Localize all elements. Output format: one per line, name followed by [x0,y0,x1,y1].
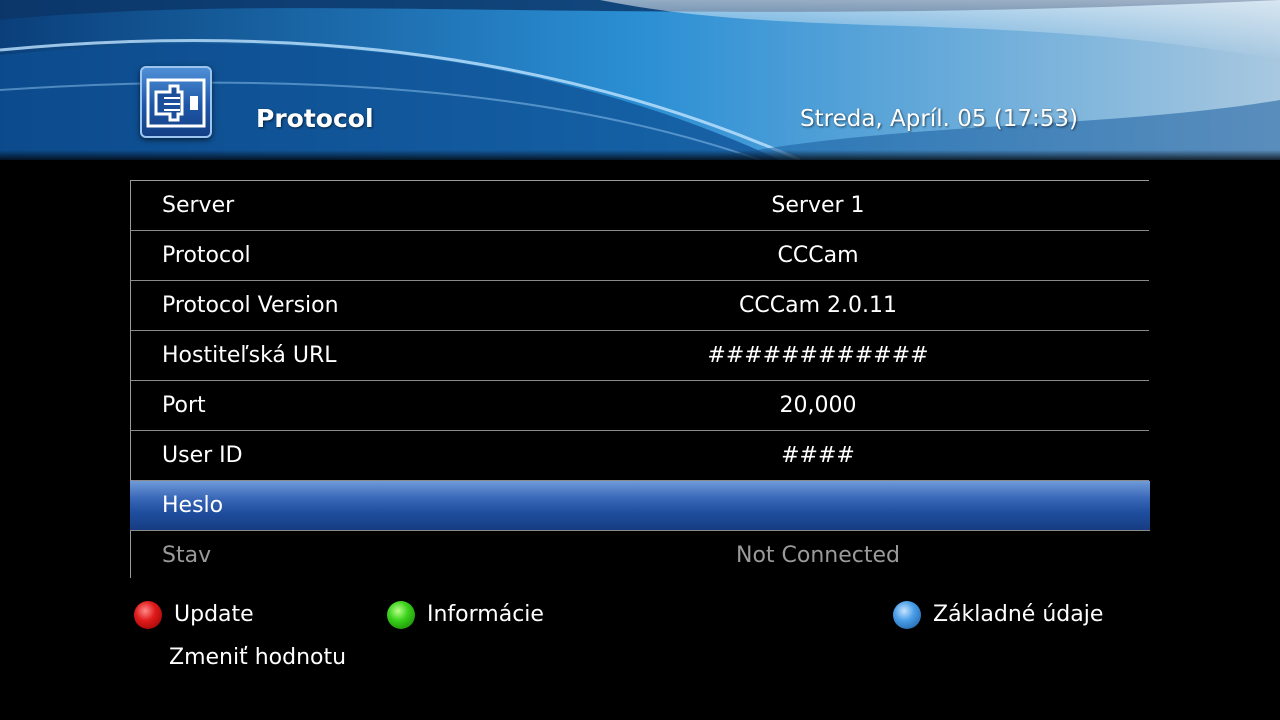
row-user-id[interactable]: User ID #### [131,431,1149,481]
row-value: Server 1 [771,193,865,218]
row-label: Port [162,393,206,418]
blue-button-icon [893,601,921,629]
row-label: Protocol Version [162,293,339,318]
green-key-info[interactable]: Informácie [387,600,557,630]
blue-key-basic-data[interactable]: Základné údaje [893,600,1113,630]
date-time: Streda, Apríl. 05 (17:53) [800,106,1079,132]
row-server[interactable]: Server Server 1 [131,181,1149,231]
header-shadow [0,150,1280,160]
row-label: Stav [162,543,212,568]
row-label: Server [162,193,235,218]
green-button-icon [387,601,415,629]
row-status: Stav Not Connected [131,531,1149,578]
page-title: Protocol [256,104,374,133]
red-key-label: Update [174,602,254,627]
row-value: CCCam 2.0.11 [739,293,897,318]
row-value: CCCam [777,243,859,268]
red-button-icon [134,601,162,629]
row-value: #### [781,443,855,468]
row-label: User ID [162,443,243,468]
blue-key-label: Základné údaje [933,602,1104,627]
green-key-label: Informácie [427,602,544,627]
row-label: Hostiteľská URL [162,343,337,368]
protocol-settings-screen: Protocol Streda, Apríl. 05 (17:53) Serve… [0,0,1280,720]
row-port[interactable]: Port 20,000 [131,381,1149,431]
row-protocol[interactable]: Protocol CCCam [131,231,1149,281]
row-value: ############ [707,343,929,368]
row-label: Heslo [162,493,224,518]
change-value-hint: Zmeniť hodnotu [169,645,347,670]
network-card-icon [140,66,212,138]
row-value: 20,000 [779,393,857,418]
header-banner: Protocol Streda, Apríl. 05 (17:53) [0,0,1280,160]
settings-list: Server Server 1 Protocol CCCam Protocol … [130,180,1150,578]
red-key-update[interactable]: Update [134,600,274,630]
row-host-url[interactable]: Hostiteľská URL ############ [131,331,1149,381]
row-password[interactable]: Heslo [130,481,1150,531]
row-value: Not Connected [735,543,900,568]
row-protocol-version[interactable]: Protocol Version CCCam 2.0.11 [131,281,1149,331]
row-label: Protocol [162,243,251,268]
